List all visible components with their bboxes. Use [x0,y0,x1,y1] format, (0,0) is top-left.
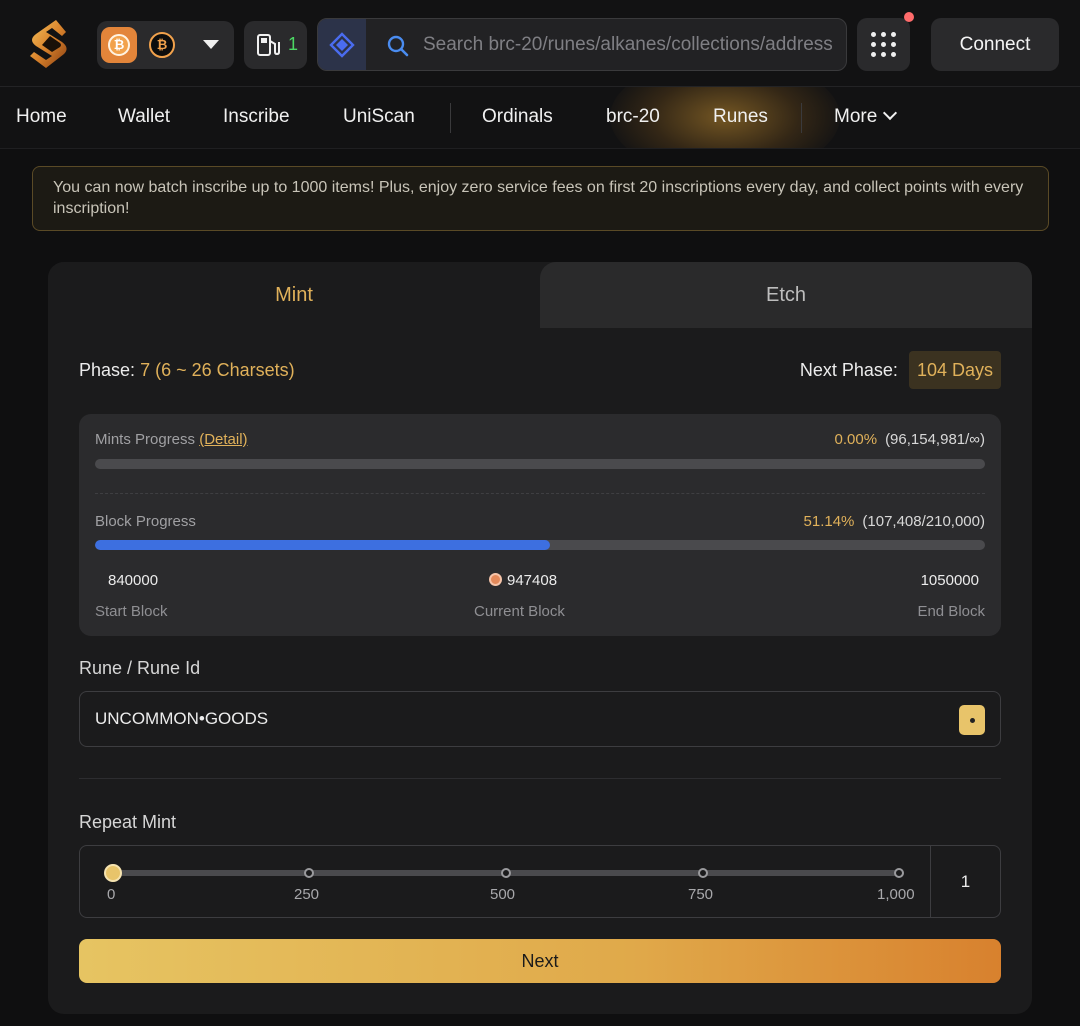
search-icon [387,35,409,57]
gas-pump-icon [257,34,280,56]
tab-mint[interactable]: Mint [48,262,540,328]
section-divider [79,778,1001,779]
unisat-logo-icon[interactable] [26,16,72,72]
block-progress-bar [95,540,985,550]
slider-tick-label: 250 [294,886,320,903]
rune-label: Rune / Rune Id [79,658,201,678]
repeat-count-input[interactable]: 1 [930,846,1000,917]
nav-wallet[interactable]: Wallet [118,106,170,128]
progress-divider [95,493,985,494]
alkanes-icon[interactable] [318,19,366,70]
block-progress-counts: (107,408/210,000) [862,513,985,530]
nav-ordinals[interactable]: Ordinals [482,106,553,128]
main-nav: Home Wallet Inscribe UniScan Ordinals br… [0,87,1080,149]
mints-progress-label: Mints Progress (Detail) [95,431,248,448]
chevron-down-icon [883,105,898,121]
end-block-value: 1050000 [920,572,979,589]
gas-count: 1 [288,34,299,54]
slider-tick[interactable] [304,868,314,878]
chevron-down-icon [203,40,219,49]
progress-panel: Mints Progress (Detail) 0.00% (96,154,981… [79,414,1001,636]
tab-etch[interactable]: Etch [540,262,1032,328]
start-block-value: 840000 [108,572,159,589]
nav-more[interactable]: More [834,105,898,128]
apps-menu-button[interactable] [857,18,910,71]
rune-input-value: UNCOMMON•GOODS [95,709,269,728]
current-block-label: Current Block [474,603,565,620]
mints-progress-counts: (96,154,981/∞) [885,431,985,448]
end-block-label: End Block [917,603,985,620]
nav-separator [450,103,451,133]
block-progress-percent: 51.14% [803,513,855,530]
block-progress-label: Block Progress [95,513,196,530]
nav-runes[interactable]: Runes [713,106,768,128]
detail-link[interactable]: (Detail) [199,431,247,448]
next-phase-value: 104 Days [908,351,1001,389]
current-block-dot-icon [489,573,502,586]
slider-tick[interactable] [894,868,904,878]
nav-inscribe[interactable]: Inscribe [223,106,290,128]
mints-progress-value: 0.00% (96,154,981/∞) [835,431,985,448]
mints-progress-bar [95,459,985,469]
repeat-mint-slider: 0 250 500 750 1,000 1 [79,845,1001,918]
nav-separator [801,103,802,133]
nav-home[interactable]: Home [16,106,67,128]
search-bar[interactable] [317,18,847,71]
next-phase-info: Next Phase: 104 Days [800,351,1001,389]
notification-dot [904,12,914,22]
slider-tick[interactable] [501,868,511,878]
mints-progress-percent: 0.00% [834,431,878,448]
connect-button[interactable]: Connect [931,18,1059,71]
start-block-label: Start Block [95,603,168,620]
slider-tick-label: 0 [107,886,116,903]
repeat-mint-label: Repeat Mint [79,812,177,832]
phase-info: Phase: 7 (6 ~ 26 Charsets) [79,360,295,381]
mint-card: Mint Etch Phase: 7 (6 ~ 26 Charsets) Nex… [48,262,1032,1014]
phase-value: 7 (6 ~ 26 Charsets) [140,360,295,380]
spacer-dot-button[interactable] [959,705,985,735]
current-block-value: 947408 [489,572,557,589]
slider-tick[interactable] [698,868,708,878]
bitcoin-chip-icon: ₿ [101,27,137,63]
search-input[interactable] [423,19,838,70]
phase-label: Phase: [79,360,136,380]
next-phase-label: Next Phase: [799,360,898,380]
info-banner: You can now batch inscribe up to 1000 it… [32,166,1049,231]
slider-tick-label: 750 [688,886,714,903]
next-button[interactable]: Next [79,939,1001,983]
top-bar: ₿ ₿ 1 Search brc-20/runes/alkanes/collec… [0,0,1080,87]
nav-more-label: More [834,106,878,127]
slider-tick-label: 500 [490,886,516,903]
chain-selector[interactable]: ₿ ₿ [97,21,234,69]
block-progress-fill [95,540,551,550]
gas-fee-button[interactable]: 1 [244,21,307,69]
nav-uniscan[interactable]: UniScan [343,106,415,128]
slider-tick-label: 1,000 [877,886,915,903]
rune-input[interactable]: UNCOMMON•GOODS [79,691,1001,747]
block-progress-value: 51.14% (107,408/210,000) [804,513,985,530]
slider-thumb[interactable] [104,864,122,882]
bitcoin-network-icon: ₿ [149,32,175,58]
nav-brc20[interactable]: brc-20 [606,106,660,128]
